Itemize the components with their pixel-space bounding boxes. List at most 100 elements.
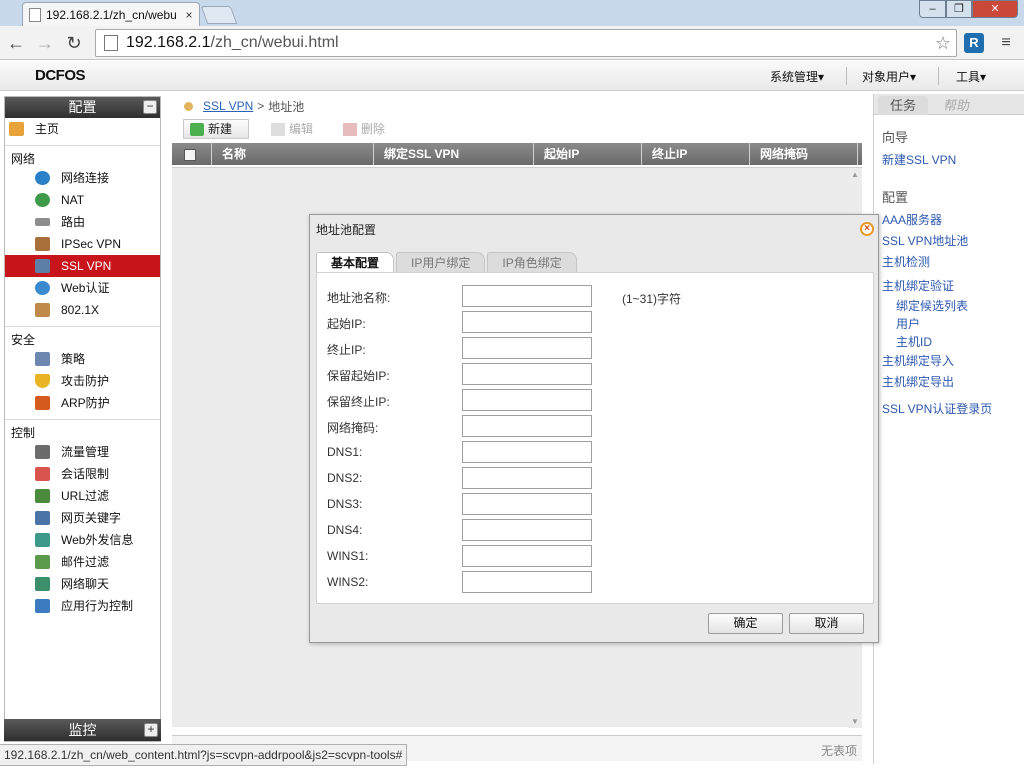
column-netmask[interactable]: 网络掩码 <box>750 143 858 165</box>
sidebar-item-traffic-management[interactable]: 流量管理 <box>5 441 160 463</box>
link-ssl-vpn-addrpool[interactable]: SSL VPN地址池 <box>874 231 1024 252</box>
reserved-end-ip-input[interactable] <box>462 389 592 411</box>
arp-icon <box>35 396 50 410</box>
sidebar-item-arp-defense[interactable]: ARP防护 <box>5 392 160 414</box>
wins1-input[interactable] <box>462 545 592 567</box>
logo: DCFOS <box>35 67 86 84</box>
link-host-binding-import[interactable]: 主机绑定导入 <box>874 351 1024 372</box>
sidebar-item-web-outbound[interactable]: Web外发信息 <box>5 529 160 551</box>
sidebar-item-web-keyword[interactable]: 网页关键字 <box>5 507 160 529</box>
addrpool-dialog: 地址池配置 × 基本配置 IP用户绑定 IP角色绑定 地址池名称: (1~31)… <box>309 214 879 643</box>
form-row-dns3: DNS3: <box>327 493 847 515</box>
sidebar-item-session-limit[interactable]: 会话限制 <box>5 463 160 485</box>
tab-close-icon[interactable]: × <box>183 8 195 22</box>
bookmark-star-icon[interactable]: ☆ <box>935 33 951 54</box>
window-close-button[interactable]: ✕ <box>972 0 1018 18</box>
column-name[interactable]: 名称 <box>212 143 374 165</box>
browser-tab[interactable]: 192.168.2.1/zh_cn/webu × <box>22 2 200 26</box>
mail-filter-icon <box>35 555 50 569</box>
menu-system-management[interactable]: 系统管理▾ <box>770 68 824 85</box>
extension-icon[interactable]: R <box>964 33 984 53</box>
field-label: 起始IP: <box>327 317 366 331</box>
netmask-input[interactable] <box>462 415 592 437</box>
collapse-icon[interactable]: − <box>143 100 157 114</box>
cancel-button[interactable]: 取消 <box>789 613 864 634</box>
link-host-binding-verify[interactable]: 主机绑定验证 <box>874 276 1024 297</box>
column-start-ip[interactable]: 起始IP <box>534 143 642 165</box>
browser-menu-icon[interactable]: ≡ <box>998 33 1014 53</box>
sidebar-item-url-filter[interactable]: URL过滤 <box>5 485 160 507</box>
dns2-input[interactable] <box>462 467 592 489</box>
link-new-ssl-vpn[interactable]: 新建SSL VPN <box>874 150 1024 171</box>
link-host-binding-export[interactable]: 主机绑定导出 <box>874 372 1024 393</box>
tab-tasks[interactable]: 任务 <box>878 96 929 115</box>
status-url-bubble: 192.168.2.1/zh_cn/web_content.html?js=sc… <box>0 744 408 766</box>
sidebar-item-route[interactable]: 路由 <box>5 211 160 233</box>
menu-object-user[interactable]: 对象用户▾ <box>862 68 916 85</box>
select-all-checkbox[interactable] <box>172 143 212 165</box>
sidebar-item-label: 邮件过滤 <box>61 555 110 569</box>
menu-tools[interactable]: 工具▾ <box>956 68 986 85</box>
breadcrumb-ssl-vpn-link[interactable]: SSL VPN <box>203 99 253 113</box>
minimize-button[interactable]: – <box>919 0 946 18</box>
new-button[interactable]: 新建 <box>183 119 250 139</box>
sidebar-item-ipsec-vpn[interactable]: IPSec VPN <box>5 233 160 255</box>
close-icon[interactable]: × <box>860 222 874 236</box>
expand-icon[interactable]: + <box>144 723 158 737</box>
sidebar-item-mail-filter[interactable]: 邮件过滤 <box>5 551 160 573</box>
form-row-dns4: DNS4: <box>327 519 847 541</box>
sidebar-item-label: 攻击防护 <box>61 374 110 388</box>
link-host-check[interactable]: 主机检测 <box>874 252 1024 273</box>
page-icon <box>29 7 41 22</box>
link-binding-candidates[interactable]: 绑定候选列表 <box>874 297 1024 315</box>
field-label: DNS2: <box>327 471 363 485</box>
link-host-id[interactable]: 主机ID <box>874 333 1024 351</box>
sidebar-item-policy[interactable]: 策略 <box>5 348 160 370</box>
new-tab-button[interactable] <box>200 6 238 24</box>
reserved-start-ip-input[interactable] <box>462 363 592 385</box>
dialog-form: 地址池名称: (1~31)字符 起始IP: 终止IP: 保留起始IP: 保留终止… <box>316 272 874 604</box>
dns4-input[interactable] <box>462 519 592 541</box>
dialog-titlebar[interactable]: 地址池配置 × <box>310 215 878 244</box>
start-ip-input[interactable] <box>462 311 592 333</box>
maximize-button[interactable]: ❐ <box>946 0 972 18</box>
address-bar[interactable]: 192.168.2.1/zh_cn/webui.html ☆ <box>95 29 957 57</box>
breadcrumb: SSL VPN > 地址池 <box>184 98 304 114</box>
end-ip-input[interactable] <box>462 337 592 359</box>
dns1-input[interactable] <box>462 441 592 463</box>
tab-basic-config[interactable]: 基本配置 <box>316 252 395 272</box>
scroll-down-icon[interactable]: ▼ <box>851 717 859 726</box>
scroll-up-icon[interactable]: ▲ <box>851 170 859 179</box>
tab-help[interactable]: 帮助 <box>930 96 983 115</box>
sidebar-item-network-chat[interactable]: 网络聊天 <box>5 573 160 595</box>
web-outbound-icon <box>35 533 50 547</box>
sidebar-item-home[interactable]: 主页 <box>5 118 160 140</box>
forward-arrow-icon[interactable]: → <box>34 32 56 54</box>
sidebar-item-app-behavior[interactable]: 应用行为控制 <box>5 595 160 617</box>
sidebar-item-network-connection[interactable]: 网络连接 <box>5 167 160 189</box>
field-label: 保留终止IP: <box>327 395 390 409</box>
sidebar-item-nat[interactable]: NAT <box>5 189 160 211</box>
delete-button[interactable]: 删除 <box>343 119 401 139</box>
sidebar-item-ssl-vpn[interactable]: SSL VPN <box>5 255 160 277</box>
edit-button[interactable]: 编辑 <box>271 119 329 139</box>
dns3-input[interactable] <box>462 493 592 515</box>
link-ssl-vpn-login-page[interactable]: SSL VPN认证登录页 <box>874 399 1024 420</box>
back-arrow-icon[interactable]: ← <box>5 32 27 54</box>
tab-ip-role-binding[interactable]: IP角色绑定 <box>487 252 577 272</box>
wins2-input[interactable] <box>462 571 592 593</box>
pool-name-input[interactable] <box>462 285 592 307</box>
link-aaa-server[interactable]: AAA服务器 <box>874 210 1024 231</box>
sidebar-item-attack-defense[interactable]: 攻击防护 <box>5 370 160 392</box>
reload-icon[interactable]: ↻ <box>63 32 85 54</box>
link-user[interactable]: 用户 <box>874 315 1024 333</box>
tab-ip-user-binding[interactable]: IP用户绑定 <box>396 252 486 272</box>
column-bind-ssl-vpn[interactable]: 绑定SSL VPN <box>374 143 534 165</box>
column-end-ip[interactable]: 终止IP <box>642 143 750 165</box>
monitor-section-header[interactable]: 监控 + <box>4 719 161 741</box>
sidebar-item-8021x[interactable]: 802.1X <box>5 299 160 321</box>
sidebar-item-label: 会话限制 <box>61 467 110 481</box>
sidebar-item-label: IPSec VPN <box>61 237 122 251</box>
sidebar-item-web-auth[interactable]: Web认证 <box>5 277 160 299</box>
ok-button[interactable]: 确定 <box>708 613 783 634</box>
